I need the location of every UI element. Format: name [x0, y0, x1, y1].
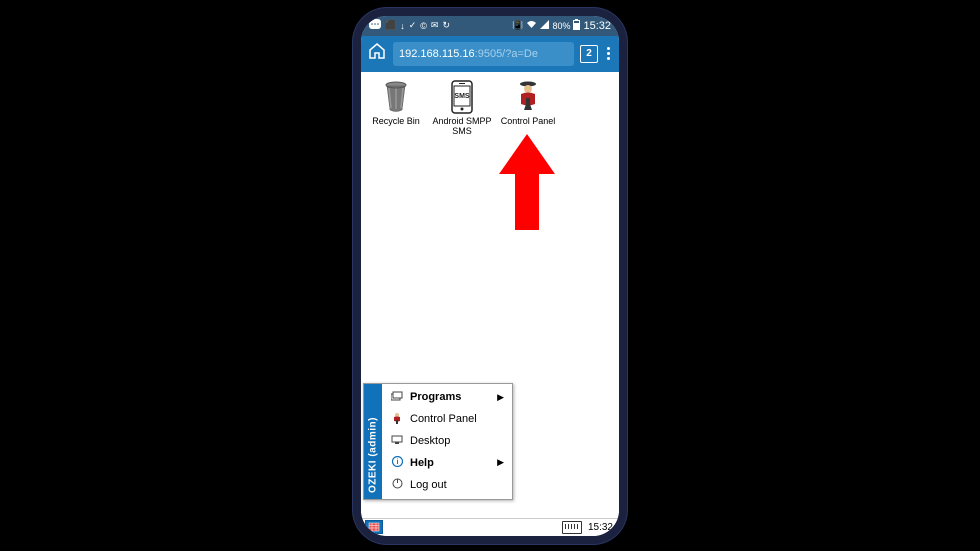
- start-item-desktop[interactable]: Desktop: [382, 431, 512, 452]
- status-icon: ✉: [431, 20, 439, 31]
- sms-icon: SMS: [445, 80, 479, 114]
- status-time: 15:32: [583, 20, 611, 32]
- url-host: 192.168.115.16: [399, 48, 475, 60]
- desktop-icon: [390, 435, 404, 448]
- start-item-label: Help: [410, 457, 491, 469]
- tab-count[interactable]: 2: [580, 45, 598, 63]
- android-status-bar: ⬛ ↓ ✓ © ✉ ↻ 📳 80% 15:32: [361, 16, 619, 36]
- vibrate-icon: 📳: [512, 20, 523, 31]
- admin-icon: [511, 80, 545, 114]
- home-icon[interactable]: [367, 41, 387, 66]
- wifi-icon: [526, 20, 537, 32]
- start-item-help[interactable]: i Help ▶: [382, 452, 512, 474]
- start-button[interactable]: [365, 520, 383, 534]
- svg-text:i: i: [396, 459, 398, 466]
- admin-icon: [390, 412, 404, 427]
- start-menu-items: Programs ▶ Control Panel Desktop: [382, 384, 512, 499]
- desktop-icon-label: Control Panel: [501, 116, 556, 126]
- help-icon: i: [390, 456, 404, 470]
- phone-frame: ⬛ ↓ ✓ © ✉ ↻ 📳 80% 15:32: [353, 8, 627, 544]
- trash-icon: [379, 80, 413, 114]
- browser-toolbar: 192.168.115.16:9505/?a=De 2: [361, 36, 619, 72]
- status-icon: ↓: [400, 21, 405, 31]
- start-item-label: Control Panel: [410, 413, 504, 425]
- battery-icon: [573, 19, 580, 33]
- svg-text:SMS: SMS: [454, 93, 470, 100]
- desktop-icon-android-smpp-sms[interactable]: SMS Android SMPP SMS: [431, 80, 493, 136]
- start-menu-sidebar: OZEKI (admin): [364, 384, 382, 499]
- browser-menu-icon[interactable]: [604, 47, 613, 60]
- submenu-arrow-icon: ▶: [497, 392, 504, 403]
- desktop-icon-label: Recycle Bin: [372, 116, 420, 126]
- start-item-label: Log out: [410, 479, 504, 491]
- url-path: :9505/?a=De: [475, 48, 538, 60]
- start-item-control-panel[interactable]: Control Panel: [382, 408, 512, 431]
- start-item-label: Desktop: [410, 435, 504, 447]
- programs-icon: [390, 391, 404, 404]
- status-icon: ©: [420, 21, 427, 31]
- start-item-label: Programs: [410, 391, 491, 403]
- desktop-icon-control-panel[interactable]: Control Panel: [497, 80, 559, 136]
- logout-icon: [390, 478, 404, 492]
- status-icon: ✓: [409, 20, 417, 31]
- status-icon: ↻: [442, 20, 450, 31]
- url-bar[interactable]: 192.168.115.16:9505/?a=De: [393, 42, 574, 66]
- status-icon: ⬛: [385, 20, 396, 31]
- desktop-icon-recycle-bin[interactable]: Recycle Bin: [365, 80, 427, 136]
- submenu-arrow-icon: ▶: [497, 457, 504, 468]
- signal-icon: [540, 20, 549, 32]
- taskbar: 15:32: [361, 518, 619, 536]
- start-item-programs[interactable]: Programs ▶: [382, 387, 512, 408]
- battery-percent: 80%: [552, 21, 570, 31]
- ozeki-desktop[interactable]: Recycle Bin SMS Android SMPP SMS: [361, 72, 619, 518]
- phone-screen: ⬛ ↓ ✓ © ✉ ↻ 📳 80% 15:32: [361, 16, 619, 536]
- notification-icon: [369, 19, 381, 32]
- start-menu: OZEKI (admin) Programs ▶ Control Panel: [363, 383, 513, 500]
- desktop-icon-label: Android SMPP SMS: [431, 116, 493, 136]
- annotation-arrow: [499, 134, 555, 235]
- start-item-logout[interactable]: Log out: [382, 474, 512, 496]
- taskbar-time: 15:32: [588, 522, 615, 533]
- keyboard-icon[interactable]: [562, 521, 582, 534]
